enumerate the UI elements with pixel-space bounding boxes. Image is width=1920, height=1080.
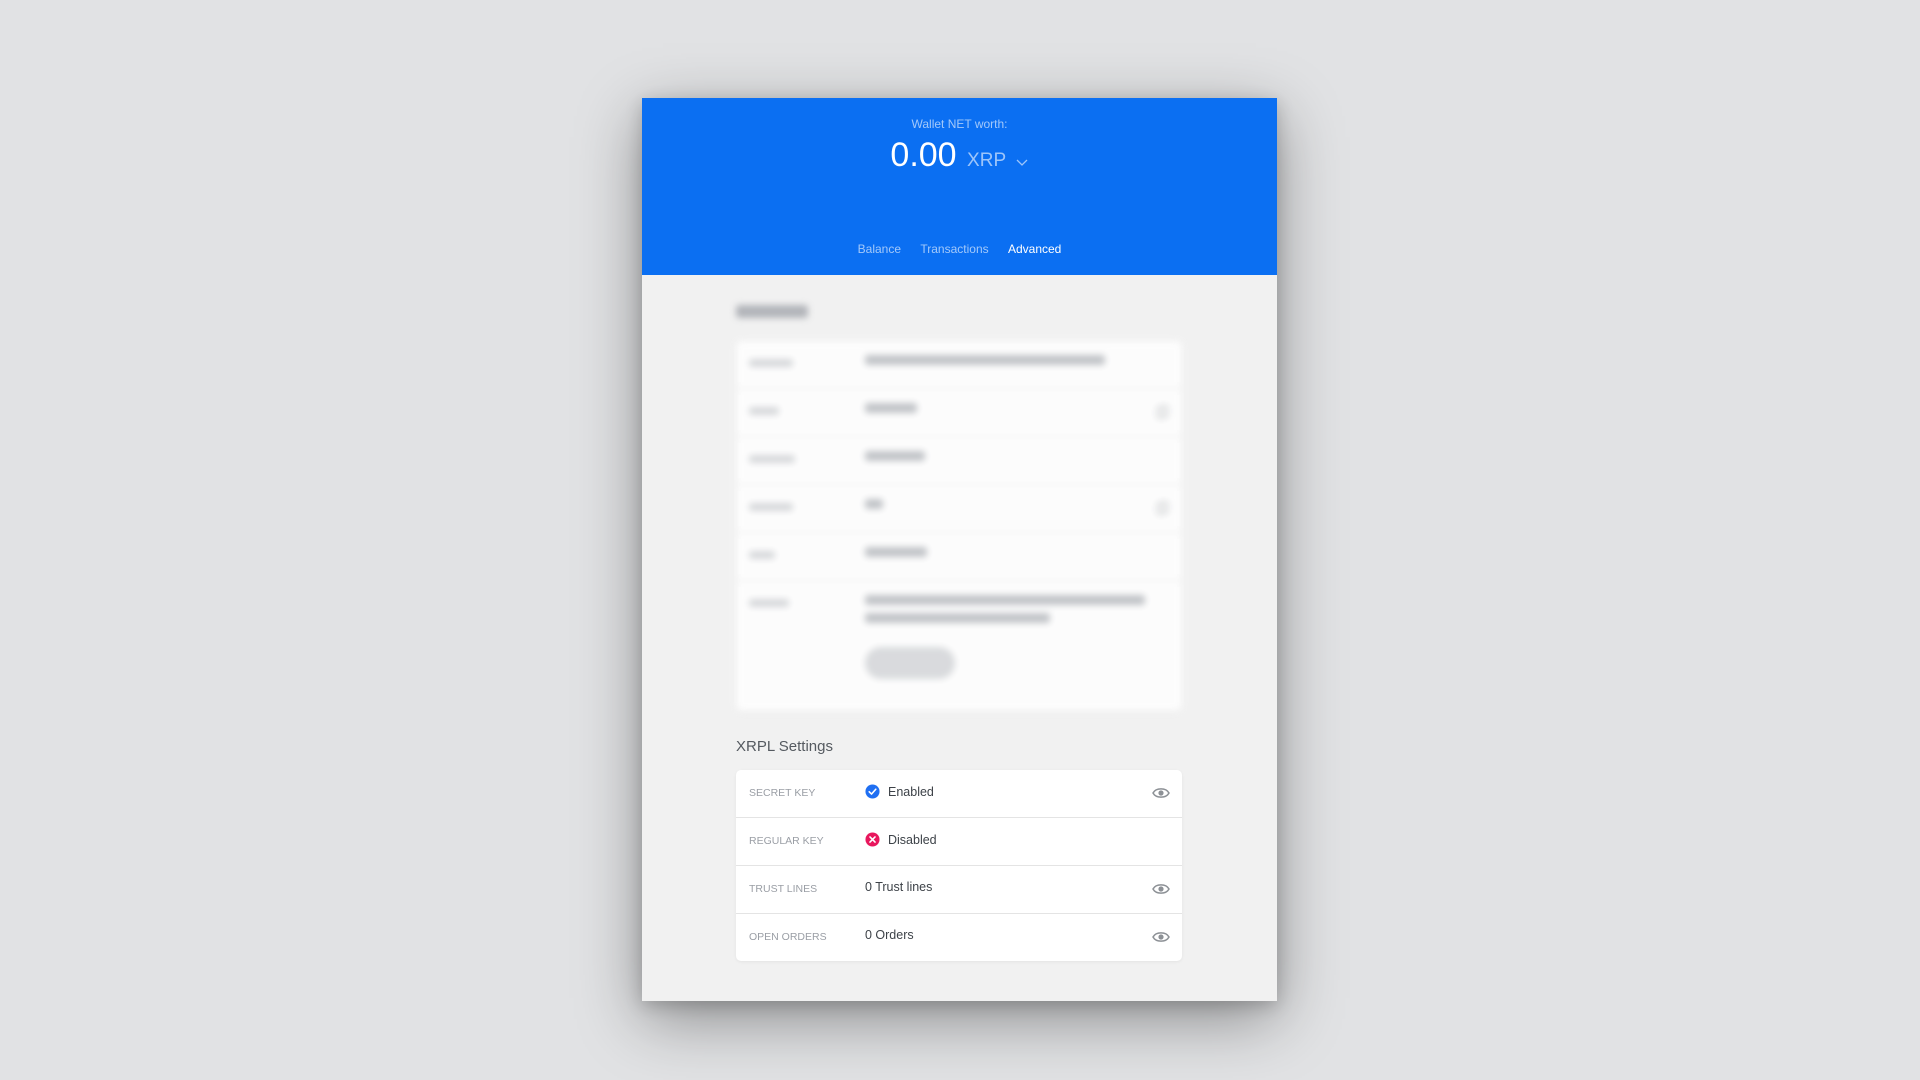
secret-key-value: Enabled bbox=[865, 784, 934, 799]
check-circle-icon bbox=[865, 784, 880, 799]
regular-key-row: REGULAR KEY Disabled bbox=[736, 818, 1182, 866]
eye-icon[interactable] bbox=[1152, 786, 1170, 800]
blurred-button bbox=[865, 647, 955, 679]
header: Wallet NET worth: 0.00 XRP Balance Trans… bbox=[642, 98, 1277, 275]
blurred-row bbox=[736, 485, 1182, 533]
tab-advanced[interactable]: Advanced bbox=[1008, 242, 1061, 256]
blurred-section-title bbox=[736, 305, 808, 322]
secret-key-label: SECRET KEY bbox=[749, 787, 816, 799]
chevron-down-icon[interactable] bbox=[1015, 155, 1029, 169]
xrpl-settings-title: XRPL Settings bbox=[736, 738, 833, 755]
blurred-row bbox=[736, 389, 1182, 437]
open-orders-label: OPEN ORDERS bbox=[749, 931, 827, 943]
secret-key-status: Enabled bbox=[888, 784, 934, 799]
x-circle-icon bbox=[865, 832, 880, 847]
secret-key-row: SECRET KEY Enabled bbox=[736, 770, 1182, 818]
eye-icon[interactable] bbox=[1152, 930, 1170, 944]
tab-transactions[interactable]: Transactions bbox=[920, 242, 988, 256]
open-orders-row: OPEN ORDERS 0 Orders bbox=[736, 914, 1182, 961]
copy-icon bbox=[1156, 501, 1169, 515]
tab-bar: Balance Transactions Advanced bbox=[642, 242, 1277, 256]
regular-key-label: REGULAR KEY bbox=[749, 835, 824, 847]
tab-balance[interactable]: Balance bbox=[858, 242, 901, 256]
eye-icon[interactable] bbox=[1152, 882, 1170, 896]
wallet-window: Wallet NET worth: 0.00 XRP Balance Trans… bbox=[642, 98, 1277, 1001]
trust-lines-row: TRUST LINES 0 Trust lines bbox=[736, 866, 1182, 914]
blurred-row bbox=[736, 581, 1182, 699]
blurred-row bbox=[736, 533, 1182, 581]
blurred-settings-card bbox=[736, 341, 1182, 711]
blurred-row bbox=[736, 341, 1182, 389]
net-worth-label: Wallet NET worth: bbox=[911, 117, 1008, 131]
net-worth-value: 0.00 bbox=[890, 136, 957, 174]
blurred-row bbox=[736, 437, 1182, 485]
trust-lines-value: 0 Trust lines bbox=[865, 880, 933, 894]
currency-selector[interactable]: XRP bbox=[967, 150, 1006, 171]
trust-lines-label: TRUST LINES bbox=[749, 883, 818, 895]
regular-key-status: Disabled bbox=[888, 832, 937, 847]
xrpl-settings-card: SECRET KEY Enabled REGULAR KEY Disabled … bbox=[736, 770, 1182, 961]
advanced-content: XRPL Settings SECRET KEY Enabled REGULAR… bbox=[642, 275, 1277, 1001]
regular-key-value: Disabled bbox=[865, 832, 937, 847]
net-worth-row: 0.00 XRP bbox=[642, 136, 1277, 175]
open-orders-value: 0 Orders bbox=[865, 928, 914, 942]
copy-icon bbox=[1156, 405, 1169, 419]
